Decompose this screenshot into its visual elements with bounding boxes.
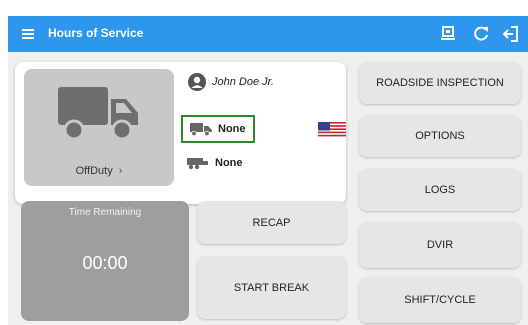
refresh-icon[interactable] <box>470 23 492 45</box>
driver-name: John Doe Jr. <box>212 76 274 88</box>
driver-row: John Doe Jr. <box>188 73 274 91</box>
start-break-button[interactable]: START BREAK <box>197 256 346 319</box>
vehicle-selector[interactable]: None <box>181 115 255 143</box>
app-title: Hours of Service <box>48 26 144 40</box>
trailer-label: None <box>215 157 243 169</box>
logout-icon[interactable] <box>500 23 522 45</box>
user-avatar-icon <box>188 73 206 91</box>
time-remaining-value: 00:00 <box>82 253 128 273</box>
app-bar: Hours of Service <box>8 16 528 52</box>
time-remaining-tile: Time Remaining 00:00 <box>21 201 189 321</box>
dvir-button[interactable]: DVIR <box>359 222 521 268</box>
trailer-icon <box>187 158 208 170</box>
duty-status-text: OffDuty <box>75 165 113 177</box>
time-remaining-label: Time Remaining <box>68 207 142 218</box>
duty-status-label: OffDuty › <box>24 165 174 177</box>
recap-button[interactable]: RECAP <box>197 201 346 244</box>
driver-card: OffDuty › John Doe Jr. None None <box>15 62 346 204</box>
chevron-right-icon: › <box>118 165 123 177</box>
transfer-device-icon[interactable] <box>437 23 459 45</box>
shift-cycle-button[interactable]: SHIFT/CYCLE <box>359 277 521 323</box>
logs-button[interactable]: LOGS <box>359 169 521 211</box>
duty-status-tile[interactable]: OffDuty › <box>24 69 174 186</box>
menu-icon[interactable] <box>22 28 34 40</box>
us-flag-icon <box>318 122 346 138</box>
trailer-selector[interactable]: None <box>187 156 243 170</box>
vehicle-truck-icon <box>190 123 212 136</box>
hos-screen: Hours of Service OffDuty › John Doe Jr. … <box>8 16 528 325</box>
vehicle-label: None <box>218 123 246 135</box>
roadside-inspection-button[interactable]: ROADSIDE INSPECTION <box>359 62 521 104</box>
options-button[interactable]: OPTIONS <box>359 115 521 157</box>
truck-icon <box>58 87 138 141</box>
